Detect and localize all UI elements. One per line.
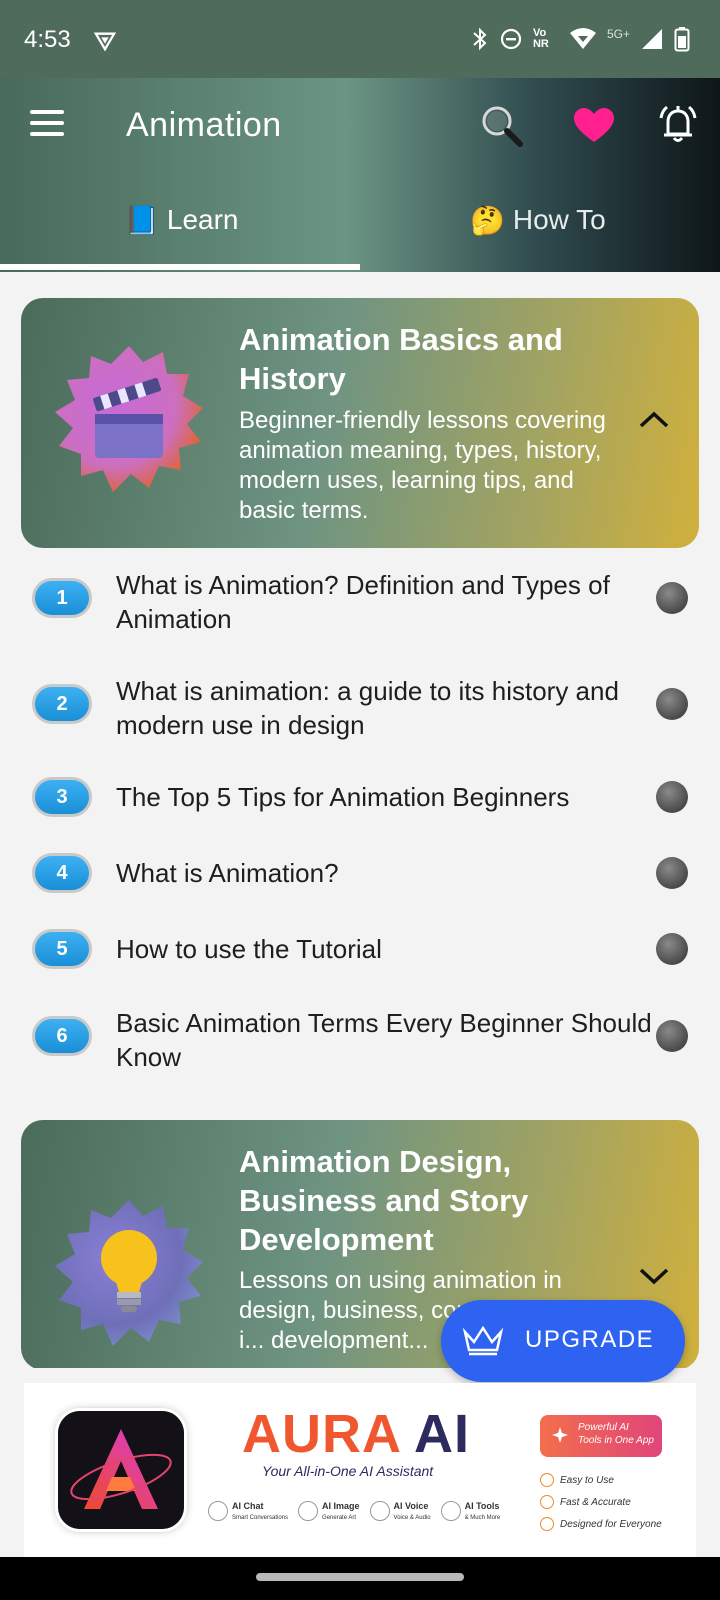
upgrade-label: UPGRADE	[525, 1326, 655, 1353]
microphone-icon	[369, 1501, 390, 1521]
ad-brand-aura: AURA	[242, 1404, 400, 1464]
signal-icon	[642, 29, 662, 49]
lesson-title: Basic Animation Terms Every Beginner Sho…	[116, 1008, 652, 1072]
gesture-handle[interactable]	[256, 1573, 464, 1581]
upgrade-button[interactable]: UPGRADE	[441, 1300, 685, 1382]
clapperboard-icon	[55, 346, 203, 492]
chevron-down-icon[interactable]	[637, 1264, 671, 1288]
status-icons: Vo NR 5G+	[471, 22, 690, 56]
progress-dot	[656, 857, 688, 889]
chevron-up-icon[interactable]	[637, 408, 671, 432]
tab-how-to[interactable]: 🤔 How To	[470, 190, 606, 250]
ad-features: AI Chat Smart Conversations AI Image Gener…	[208, 1501, 500, 1521]
lightbulb-icon	[55, 1200, 203, 1346]
progress-dot	[656, 688, 688, 720]
ad-brand: AURA AI	[242, 1403, 470, 1465]
ad-pill-line2: Tools in One App	[578, 1435, 654, 1446]
status-time: 4:53	[24, 26, 71, 53]
ad-check-label: Easy to Use	[560, 1474, 614, 1486]
ad-feature-name: AI Tools	[464, 1501, 500, 1511]
magic-wand-icon	[298, 1501, 319, 1521]
tab-learn[interactable]: 📘 Learn	[124, 190, 239, 250]
chat-icon	[208, 1501, 228, 1521]
lesson-number-badge: 1	[32, 578, 92, 618]
check-circle-icon	[540, 1495, 554, 1509]
ad-brand-ai: AI	[413, 1404, 470, 1464]
ad-banner[interactable]: AURA AI Your All-in-One AI Assistant AI …	[24, 1383, 696, 1557]
lesson-number-badge: 2	[32, 684, 92, 724]
check-circle-icon	[540, 1517, 554, 1531]
section-card[interactable]: Animation Basics and History Beginner-fr…	[21, 298, 699, 548]
app-bar: Animation 📘 Learn 🤔 How To	[0, 78, 720, 272]
ad-feature: AI Image Generate Art	[298, 1501, 360, 1521]
section-title: Animation Basics and History	[239, 322, 563, 396]
lesson-title: The Top 5 Tips for Animation Beginners	[116, 782, 570, 812]
notification-bell-icon[interactable]	[656, 102, 700, 146]
status-bar: 4:53 Vo NR 5G+	[0, 0, 720, 78]
tab-indicator	[0, 264, 360, 270]
ad-feature-name: AI Chat	[232, 1501, 264, 1511]
wifi-icon	[569, 28, 596, 49]
favorites-heart-icon[interactable]	[574, 108, 614, 144]
progress-dot	[656, 1020, 688, 1052]
ad-feature-sub: Smart Conversations	[232, 1515, 289, 1521]
ad-tagline: Your All-in-One AI Assistant	[262, 1463, 434, 1479]
section-title: Animation Design, Business and Story Dev…	[239, 1144, 529, 1257]
search-icon[interactable]	[480, 104, 524, 148]
lesson-number-badge: 6	[32, 1016, 92, 1056]
ad-pill-line1: Powerful AI	[578, 1422, 629, 1433]
ad-feature-sub: Generate Art	[322, 1515, 357, 1521]
lesson-title: How to use the Tutorial	[116, 934, 382, 964]
ad-check-item: Designed for Everyone	[540, 1513, 662, 1535]
check-circle-icon	[540, 1473, 554, 1487]
progress-dot	[656, 582, 688, 614]
ad-pill: Powerful AI Tools in One App	[540, 1415, 662, 1457]
thinking-face-icon: 🤔	[470, 204, 505, 236]
lesson-number-badge: 4	[32, 853, 92, 893]
ad-feature-name: AI Image	[322, 1501, 360, 1511]
ad-check-label: Designed for Everyone	[560, 1518, 662, 1530]
ad-feature: AI Tools & Much More	[440, 1501, 501, 1521]
page-title: Animation	[126, 106, 282, 144]
tab-learn-label: Learn	[166, 204, 239, 235]
lesson-title: What is Animation? Definition and Types …	[116, 570, 610, 634]
vpn-shield-icon	[94, 32, 116, 52]
book-icon: 📘	[124, 204, 159, 236]
ad-check-item: Fast & Accurate	[540, 1491, 662, 1513]
ad-feature-name: AI Voice	[393, 1501, 429, 1511]
battery-icon	[674, 27, 690, 52]
code-icon	[440, 1501, 461, 1521]
volte-label: Vo NR	[532, 27, 549, 50]
lesson-list: Animation Basics and History Beginner-fr…	[0, 272, 720, 1368]
crown-icon	[462, 1325, 504, 1356]
do-not-disturb-icon	[500, 28, 522, 50]
lesson-title: What is animation: a guide to its histor…	[116, 676, 619, 740]
bluetooth-icon	[473, 27, 487, 51]
lesson-title: What is Animation?	[116, 858, 339, 888]
ad-feature-sub: Voice & Audio	[393, 1515, 431, 1521]
section-description: Beginner-friendly lessons covering anima…	[239, 407, 606, 524]
system-nav-bar	[0, 1557, 720, 1600]
ad-check-item: Easy to Use	[540, 1469, 662, 1491]
ad-feature-sub: & Much More	[464, 1515, 501, 1521]
ad-checks: Easy to Use Fast & Accurate Designed for…	[540, 1469, 662, 1535]
network-type: 5G+	[606, 27, 630, 41]
sparkle-icon	[552, 1427, 568, 1443]
tab-how-to-label: How To	[512, 204, 606, 235]
aura-ai-logo-icon	[58, 1411, 184, 1529]
progress-dot	[656, 933, 688, 965]
progress-dot	[656, 781, 688, 813]
menu-icon[interactable]	[30, 110, 66, 138]
ad-feature: AI Voice Voice & Audio	[369, 1501, 431, 1521]
lesson-number-badge: 5	[32, 929, 92, 969]
ad-check-label: Fast & Accurate	[560, 1496, 631, 1508]
lesson-number-badge: 3	[32, 777, 92, 817]
ad-feature: AI Chat Smart Conversations	[208, 1501, 288, 1521]
